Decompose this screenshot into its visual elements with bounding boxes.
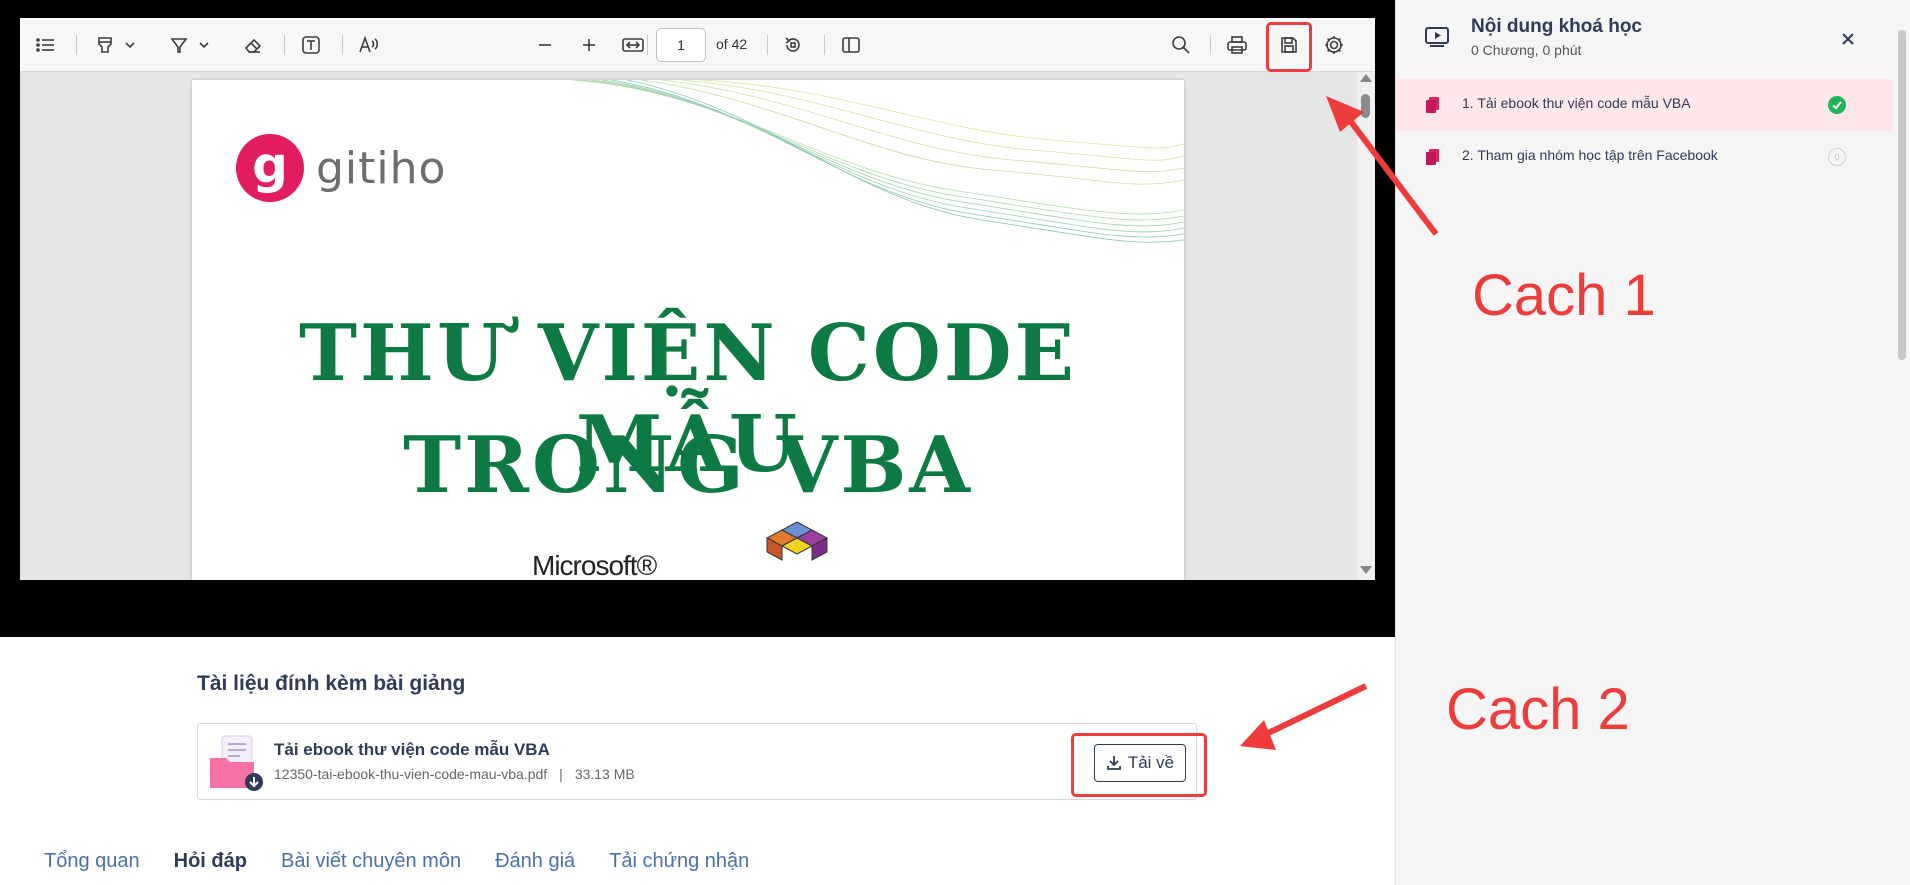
pdf-viewer-frame: 1 of 42 g gitiho THƯ VIỆN CODE MẪU TRONG… (0, 0, 1395, 637)
scroll-up-arrow[interactable] (1360, 74, 1372, 82)
chevron-down-icon[interactable] (196, 30, 212, 60)
read-aloud-icon[interactable] (354, 30, 384, 60)
search-icon[interactable] (1166, 30, 1196, 60)
document-icon (1426, 149, 1439, 165)
scroll-down-arrow[interactable] (1360, 566, 1372, 574)
chevron-down-icon[interactable] (122, 30, 138, 60)
tab-qa[interactable]: Hỏi đáp (174, 850, 247, 873)
pdf-scrollbar[interactable] (1357, 72, 1375, 580)
zoom-out-icon[interactable] (530, 30, 560, 60)
text-box-icon[interactable] (296, 30, 326, 60)
attachments-heading: Tài liệu đính kèm bài giảng (197, 672, 466, 695)
toolbar-divider (647, 35, 648, 55)
page-total-label: of 42 (716, 36, 748, 52)
vba-cube-logo (765, 521, 829, 561)
meta-separator: | (559, 766, 563, 782)
download-label: Tải về (1127, 753, 1175, 772)
progress-status: 0 (1828, 148, 1846, 166)
lesson-label: 2. Tham gia nhóm học tập trên Facebook (1462, 147, 1718, 163)
close-icon[interactable] (1833, 24, 1863, 54)
gitiho-logo: g gitiho (236, 134, 446, 202)
course-sidebar: Nội dung khoá học 0 Chương, 0 phút 1. Tả… (1395, 0, 1910, 885)
tab-articles[interactable]: Bài viết chuyên môn (281, 850, 461, 873)
page-number-input[interactable]: 1 (656, 28, 706, 62)
sidebar-subtitle: 0 Chương, 0 phút (1471, 42, 1582, 58)
course-video-icon (1425, 27, 1449, 47)
main-content: 1 of 42 g gitiho THƯ VIỆN CODE MẪU TRONG… (0, 0, 1395, 885)
tab-certificate[interactable]: Tải chứng nhận (609, 850, 749, 873)
pdf-page: g gitiho THƯ VIỆN CODE MẪU TRONG VBA Mic… (192, 80, 1184, 580)
document-icon (1426, 97, 1439, 113)
toolbar-divider (342, 35, 343, 55)
fit-width-icon[interactable] (618, 30, 648, 60)
attachment-filename: 12350-tai-ebook-thu-vien-code-mau-vba.pd… (274, 766, 548, 782)
scroll-thumb[interactable] (1361, 94, 1370, 118)
annotation-note-2: Cach 2 (1446, 677, 1630, 742)
lesson-item[interactable]: 1. Tải ebook thư viện code mẫu VBA (1396, 79, 1893, 131)
pdf-toolbar: 1 of 42 (20, 18, 1375, 72)
toolbar-divider (1210, 35, 1211, 55)
tab-reviews[interactable]: Đánh giá (495, 850, 575, 873)
rotate-icon[interactable] (778, 30, 808, 60)
lesson-tabs: Tổng quan Hỏi đáp Bài viết chuyên môn Đá… (44, 850, 749, 873)
attachment-title: Tải ebook thư viện code mẫu VBA (274, 740, 550, 759)
file-folder-icon (210, 735, 263, 791)
attachment-meta: 12350-tai-ebook-thu-vien-code-mau-vba.pd… (274, 766, 635, 782)
gitiho-logo-text: gitiho (316, 142, 447, 194)
toolbar-divider (76, 35, 77, 55)
zoom-in-icon[interactable] (574, 30, 604, 60)
toolbar-divider (284, 35, 285, 55)
annotation-note-1: Cach 1 (1472, 263, 1656, 328)
book-title-line-2: TRONG VBA (403, 420, 973, 511)
print-icon[interactable] (1222, 30, 1252, 60)
eraser-icon[interactable] (238, 30, 268, 60)
lesson-item[interactable]: 2. Tham gia nhóm học tập trên Facebook 0 (1396, 131, 1893, 183)
sidebar-title: Nội dung khoá học (1471, 16, 1642, 37)
draw-icon[interactable] (164, 30, 194, 60)
download-icon (1106, 756, 1121, 770)
pdf-viewer: 1 of 42 g gitiho THƯ VIỆN CODE MẪU TRONG… (20, 18, 1375, 580)
toc-icon[interactable] (32, 30, 60, 60)
toolbar-divider (767, 35, 768, 55)
page-view-icon[interactable] (836, 30, 866, 60)
gitiho-logo-mark: g (236, 134, 304, 202)
download-button[interactable]: Tải về (1094, 744, 1186, 782)
attachment-size: 33.13 MB (574, 766, 635, 782)
attachment-card: Tải ebook thư viện code mẫu VBA 12350-ta… (197, 723, 1197, 800)
tab-overview[interactable]: Tổng quan (44, 850, 140, 873)
lesson-label: 1. Tải ebook thư viện code mẫu VBA (1462, 95, 1691, 111)
check-icon (1828, 96, 1846, 114)
sidebar-scrollbar[interactable] (1898, 30, 1906, 360)
decorative-waves (572, 80, 1184, 243)
save-annotation-box (1266, 22, 1312, 72)
microsoft-logo: Microsoft® (532, 550, 657, 580)
settings-icon[interactable] (1319, 30, 1349, 60)
toolbar-divider (824, 35, 825, 55)
highlighter-icon[interactable] (90, 30, 120, 60)
